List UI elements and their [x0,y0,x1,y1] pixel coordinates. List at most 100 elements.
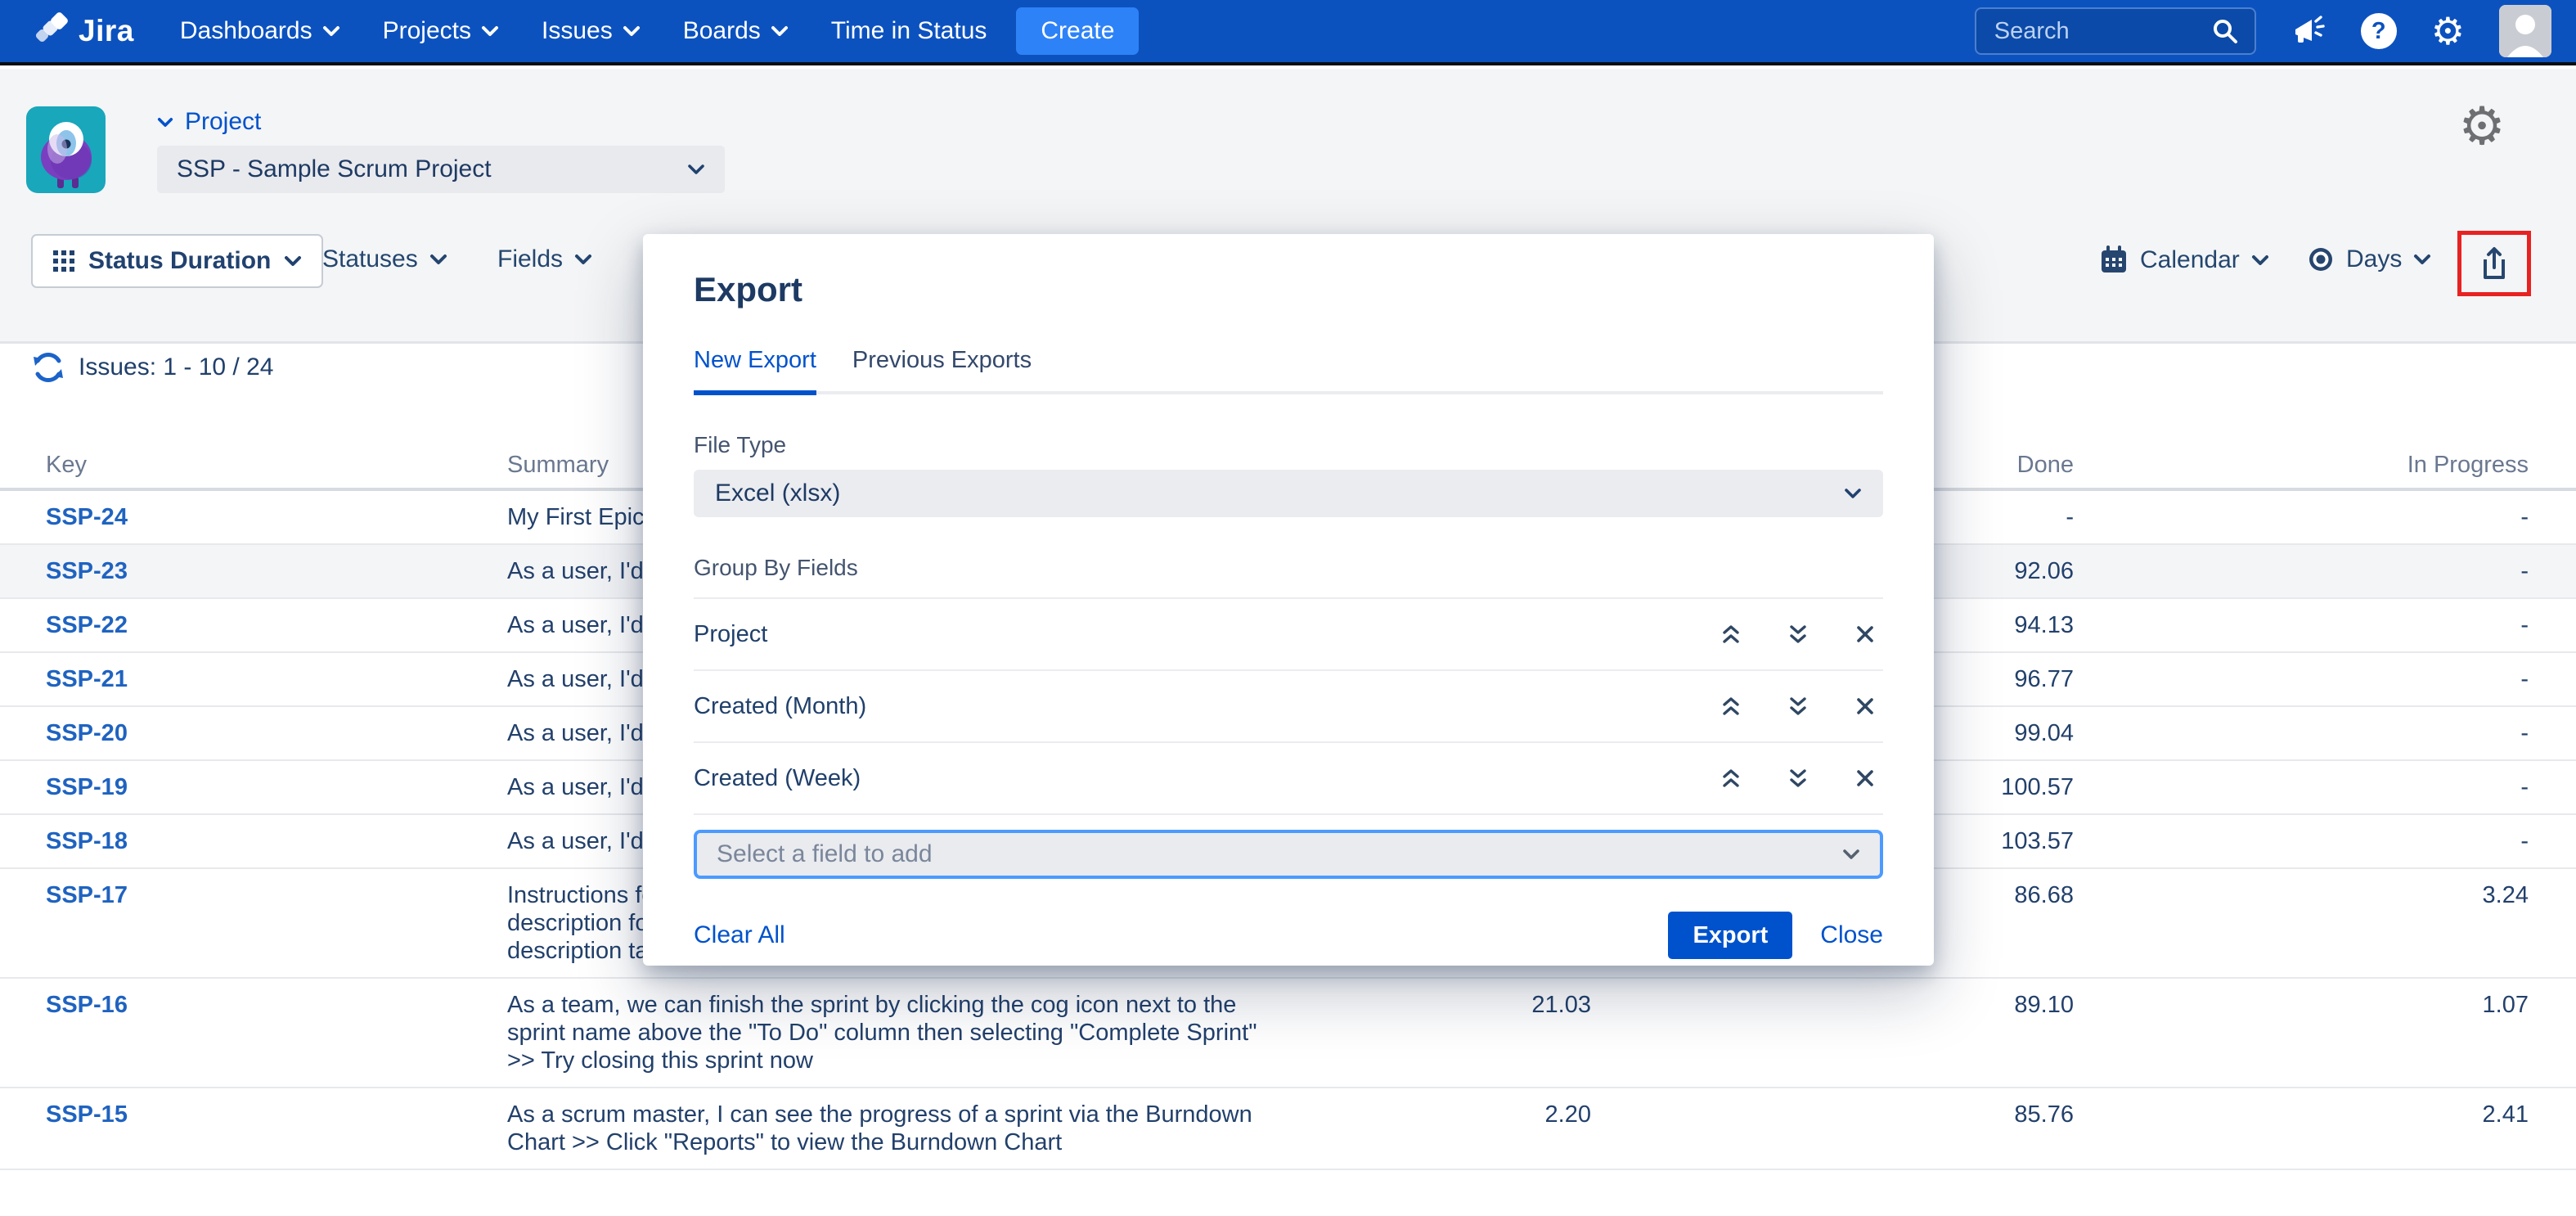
in-progress-value-cell: - [2074,599,2529,651]
table-row: SSP-16 As a team, we can finish the sprin… [0,979,2576,1088]
close-icon [1853,622,1877,646]
move-down-button[interactable] [1780,760,1816,796]
nav-item-boards[interactable]: Boards [683,17,789,45]
statuses-dropdown[interactable]: Statuses [322,245,447,273]
calendar-dropdown[interactable]: Calendar [2099,245,2269,275]
in-progress-value-cell: - [2074,653,2529,705]
chevron-down-icon [157,117,173,128]
page-settings-gear-icon[interactable]: ⚙ [2456,100,2508,152]
nav-item-projects[interactable]: Projects [383,17,499,45]
issue-key-cell: SSP-15 [46,1088,507,1141]
clear-all-link[interactable]: Clear All [694,921,785,949]
issue-key-link[interactable]: SSP-23 [46,558,128,584]
in-progress-value-cell: - [2074,491,2529,543]
settings-icon[interactable]: ⚙ [2431,12,2465,50]
project-select[interactable]: SSP - Sample Scrum Project [157,146,725,193]
chevron-down-icon [284,255,302,267]
days-dropdown[interactable]: Days [2307,245,2431,273]
top-navbar: Jira Dashboards Projects Issues Boards T… [0,0,2576,65]
help-icon[interactable]: ? [2361,13,2397,49]
issue-key-cell: SSP-17 [46,869,507,921]
move-up-button[interactable] [1713,616,1749,652]
todo-value-cell: 2.20 [1469,1088,1591,1141]
grid-icon [52,250,75,272]
issue-key-link[interactable]: SSP-16 [46,992,128,1018]
user-avatar[interactable] [2499,5,2551,57]
done-value-cell: 89.10 [1591,979,2074,1031]
in-progress-value-cell: - [2074,545,2529,597]
group-field-label: Created (Month) [694,693,1682,720]
issue-key-cell: SSP-21 [46,653,507,705]
remove-field-button[interactable] [1847,688,1883,724]
in-progress-value-cell: 3.24 [2074,869,2529,921]
tab-new-export[interactable]: New Export [694,347,816,395]
issue-key-link[interactable]: SSP-22 [46,612,128,638]
double-chevron-up-icon [1718,765,1744,791]
file-type-select[interactable]: Excel (xlsx) [694,470,1883,517]
issue-key-link[interactable]: SSP-20 [46,720,128,746]
chevron-down-icon [2251,254,2269,266]
group-by-row: Project [694,597,1883,669]
issue-key-link[interactable]: SSP-17 [46,882,128,908]
modal-export-button[interactable]: Export [1668,912,1792,959]
issue-key-link[interactable]: SSP-19 [46,774,128,800]
remove-field-button[interactable] [1847,760,1883,796]
project-avatar [26,106,106,193]
chevron-down-icon [1844,488,1862,499]
double-chevron-up-icon [1718,621,1744,647]
brand-name: Jira [79,14,134,48]
fields-dropdown[interactable]: Fields [497,245,592,273]
table-row: SSP-15 As a scrum master, I can see the p… [0,1088,2576,1170]
issue-key-link[interactable]: SSP-21 [46,666,128,692]
todo-value-cell: 21.03 [1469,979,1591,1031]
file-type-label: File Type [694,432,1883,458]
issue-summary-cell: As a team, we can finish the sprint by c… [507,979,1469,1087]
issue-key-link[interactable]: SSP-24 [46,504,128,530]
nav-menu: Dashboards Projects Issues Boards Time i… [180,17,987,45]
jira-logo[interactable]: Jira [33,12,134,50]
issue-key-link[interactable]: SSP-18 [46,828,128,854]
app-root: Jira Dashboards Projects Issues Boards T… [0,0,2576,1216]
move-up-button[interactable] [1713,688,1749,724]
double-chevron-down-icon [1785,621,1811,647]
view-selector-status-duration[interactable]: Status Duration [31,234,323,288]
tab-previous-exports[interactable]: Previous Exports [852,347,1032,391]
project-breadcrumb[interactable]: Project [157,108,261,136]
export-modal: Export New Export Previous Exports File … [643,234,1934,966]
issue-key-link[interactable]: SSP-15 [46,1101,128,1128]
group-by-row: Created (Month) [694,669,1883,741]
issue-key-cell: SSP-22 [46,599,507,651]
issue-key-cell: SSP-19 [46,761,507,813]
chevron-down-icon [322,25,340,37]
chevron-down-icon [574,254,592,265]
col-header-key: Key [46,452,507,479]
chevron-down-icon [771,25,789,37]
global-search[interactable] [1975,7,2256,55]
announcements-icon[interactable] [2291,13,2326,49]
issues-count-line: Issues: 1 - 10 / 24 [31,350,273,385]
navbar-right: ? ⚙ [1975,5,2551,57]
modal-footer: Clear All Export Close [694,912,1883,959]
in-progress-value-cell: - [2074,815,2529,867]
nav-item-dashboards[interactable]: Dashboards [180,17,340,45]
nav-item-time-in-status[interactable]: Time in Status [831,17,987,45]
move-down-button[interactable] [1780,688,1816,724]
calendar-icon [2099,245,2129,275]
export-button[interactable] [2466,241,2521,288]
search-input[interactable] [1994,18,2210,45]
move-up-button[interactable] [1713,760,1749,796]
issue-summary-cell: As a scrum master, I can see the progres… [507,1088,1469,1169]
move-down-button[interactable] [1780,616,1816,652]
remove-field-button[interactable] [1847,616,1883,652]
search-icon [2210,16,2240,46]
chevron-down-icon [429,254,447,265]
issue-key-cell: SSP-23 [46,545,507,597]
group-by-list: Project Created (Month) [694,597,1883,815]
issues-count-text: Issues: 1 - 10 / 24 [79,354,273,381]
refresh-icon[interactable] [31,350,65,385]
modal-close-link[interactable]: Close [1820,921,1883,949]
nav-item-issues[interactable]: Issues [542,17,641,45]
close-icon [1853,694,1877,718]
create-button[interactable]: Create [1016,7,1139,55]
add-field-select[interactable]: Select a field to add [694,830,1883,879]
